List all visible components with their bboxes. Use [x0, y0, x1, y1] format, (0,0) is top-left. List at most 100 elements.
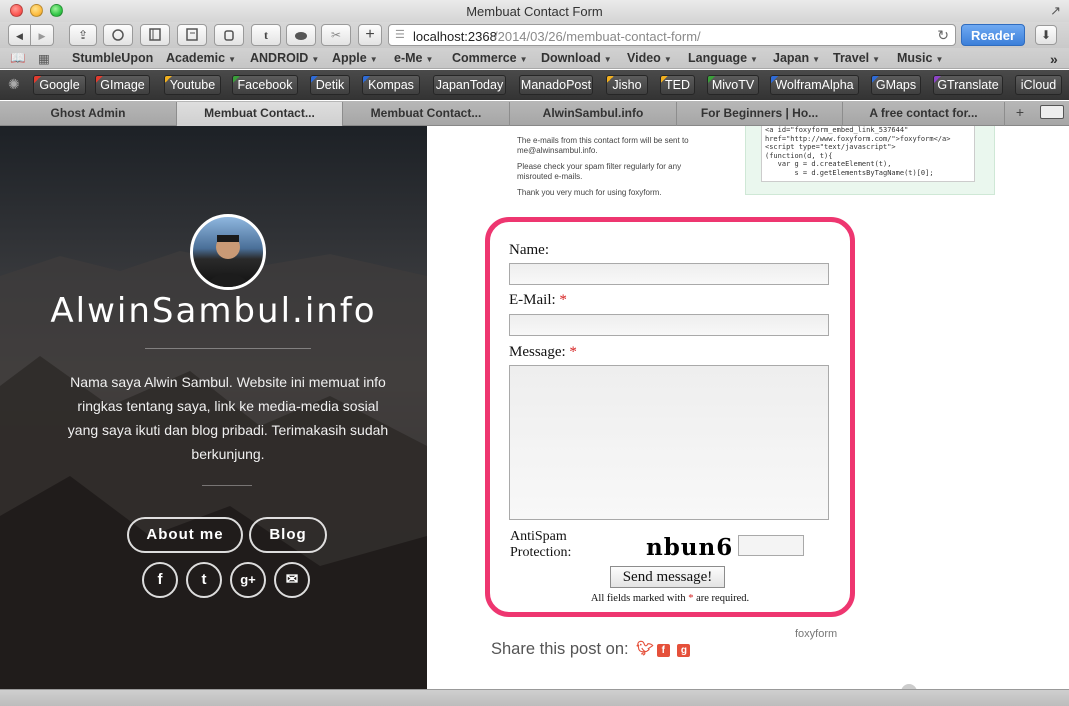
- favorite-google[interactable]: Google: [33, 75, 86, 95]
- bookmarks-button[interactable]: [140, 24, 170, 46]
- favorite-jisho[interactable]: Jisho: [606, 75, 648, 95]
- send-message-button[interactable]: Send message!: [610, 566, 725, 588]
- fullscreen-icon[interactable]: ↗: [1050, 3, 1061, 19]
- share-google-plus-icon[interactable]: g: [677, 644, 691, 657]
- favorite-gtranslate[interactable]: GTranslate: [933, 75, 1003, 95]
- reading-list-icon[interactable]: 📖: [10, 51, 26, 66]
- favorite-youtube[interactable]: Youtube: [164, 75, 221, 95]
- name-label: Name:: [509, 242, 549, 258]
- page-icon: [186, 28, 198, 41]
- favorite-mivotv[interactable]: MivoTV: [707, 75, 759, 95]
- google-plus-icon[interactable]: g+: [230, 562, 266, 598]
- bird-icon: [295, 32, 307, 40]
- top-sites-icon[interactable]: ▦: [38, 51, 50, 66]
- favorite-detik[interactable]: Detik: [310, 75, 350, 95]
- gear-icon[interactable]: ✺: [8, 76, 20, 93]
- share-facebook-icon[interactable]: f: [656, 644, 670, 657]
- forward-icon: ▶: [38, 31, 46, 41]
- bookmark-language[interactable]: Language ▼: [688, 51, 758, 65]
- favorite-ted[interactable]: TED: [660, 75, 695, 95]
- bookmark-android[interactable]: ANDROID ▼: [250, 51, 319, 65]
- reader-button[interactable]: Reader: [961, 24, 1025, 46]
- scissors-icon: ✂: [330, 28, 342, 42]
- contact-form: Name: E-Mail: * Message: * AntiSpam Prot…: [485, 217, 855, 617]
- bookmarks-bar: 📖 ▦ StumbleUpon Academic ▼ ANDROID ▼ Apple…: [0, 48, 1069, 69]
- tab-free-contact-form[interactable]: A free contact for...: [843, 102, 1005, 126]
- tab-alwinsambul[interactable]: AlwinSambul.info: [510, 102, 677, 126]
- bookmark-travel[interactable]: Travel ▼: [833, 51, 880, 65]
- window-titlebar: Membuat Contact Form ↗: [0, 0, 1069, 22]
- bookmark-apple[interactable]: Apple ▼: [332, 51, 378, 65]
- required-mark: *: [569, 344, 577, 360]
- embed-line: The e-mails from this contact form will …: [517, 136, 689, 155]
- bird-button[interactable]: [286, 24, 316, 46]
- bookmark-academic[interactable]: Academic ▼: [166, 51, 236, 65]
- favorite-manadopost[interactable]: ManadoPost: [519, 75, 593, 95]
- avatar[interactable]: [190, 214, 266, 290]
- back-button[interactable]: ◀: [8, 24, 31, 46]
- favorite-facebook[interactable]: Facebook: [232, 75, 298, 95]
- tab-membuat-contact[interactable]: Membuat Contact...: [343, 102, 510, 126]
- message-textarea[interactable]: [509, 365, 829, 520]
- email-icon[interactable]: ✉: [274, 562, 310, 598]
- favorite-japantoday[interactable]: JapanToday: [433, 75, 506, 95]
- scissors-button[interactable]: ✂: [321, 24, 351, 46]
- tab-overview-icon[interactable]: [1040, 105, 1064, 119]
- download-icon: ⬇: [1040, 28, 1052, 42]
- reload-icon[interactable]: ↻: [937, 27, 949, 44]
- avatar-photo: [203, 235, 253, 287]
- embed-code-textarea[interactable]: <a id="foxyform_embed_link_537644" href=…: [761, 126, 975, 182]
- plus-icon: +: [365, 26, 375, 43]
- tab-for-beginners[interactable]: For Beginners | Ho...: [677, 102, 843, 126]
- book-icon: [149, 28, 161, 41]
- name-field[interactable]: [509, 263, 829, 285]
- stumble-button[interactable]: [103, 24, 133, 46]
- page-button[interactable]: [177, 24, 207, 46]
- divider: [202, 485, 252, 486]
- forward-button[interactable]: ▶: [31, 24, 54, 46]
- twitter-icon[interactable]: t: [186, 562, 222, 598]
- blog-description: Nama saya Alwin Sambul. Website ini memu…: [67, 374, 389, 462]
- bookmark-video[interactable]: Video ▼: [627, 51, 672, 65]
- tumblr-button[interactable]: t: [251, 24, 281, 46]
- tab-ghost-admin[interactable]: Ghost Admin: [0, 102, 177, 126]
- bookmark-e-me[interactable]: e-Me ▼: [394, 51, 433, 65]
- share-button[interactable]: ⇪: [69, 24, 97, 46]
- share-twitter-icon[interactable]: 🐦︎: [636, 641, 654, 655]
- browser-toolbar: ◀ ▶ ⇪ t ✂ + ☰ localhost:2368 /2014/03/26…: [0, 22, 1069, 48]
- favorite-gimage[interactable]: GImage: [95, 75, 150, 95]
- add-tab-icon[interactable]: +: [1010, 104, 1030, 120]
- tab-membuat-contact-active[interactable]: Membuat Contact...: [177, 102, 343, 126]
- hand-button[interactable]: [214, 24, 244, 46]
- embed-line: Please check your spam filter regularly …: [517, 162, 682, 181]
- favorite-icloud[interactable]: iCloud: [1015, 75, 1062, 95]
- favorite-gmaps[interactable]: GMaps: [871, 75, 921, 95]
- bookmark-stumbleupon[interactable]: StumbleUpon: [72, 51, 153, 65]
- captcha-input[interactable]: [738, 535, 804, 556]
- bookmark-japan[interactable]: Japan ▼: [773, 51, 820, 65]
- required-note: All fields marked with * are required.: [590, 593, 750, 604]
- url-host: localhost:2368: [413, 29, 497, 44]
- window-bottom-frame: [0, 689, 1069, 706]
- about-me-button[interactable]: About me: [127, 517, 243, 553]
- bookmark-download[interactable]: Download ▼: [541, 51, 612, 65]
- window-title: Membuat Contact Form: [466, 4, 603, 19]
- bookmark-commerce[interactable]: Commerce ▼: [452, 51, 528, 65]
- favorite-kompas[interactable]: Kompas: [362, 75, 420, 95]
- blog-button[interactable]: Blog: [249, 517, 327, 553]
- share-label: Share this post on:: [491, 640, 629, 658]
- divider: [145, 348, 311, 349]
- blog-title[interactable]: AlwinSambul.info: [0, 291, 427, 331]
- downloads-button[interactable]: ⬇: [1035, 25, 1057, 45]
- embed-line: Thank you very much for using foxyform.: [517, 188, 662, 197]
- share-row: Share this post on: 🐦︎ f g: [491, 640, 691, 659]
- address-bar[interactable]: ☰ localhost:2368 /2014/03/26/membuat-con…: [388, 24, 956, 46]
- new-tab-button[interactable]: +: [358, 24, 382, 46]
- email-field[interactable]: [509, 314, 829, 336]
- hand-icon: [224, 30, 234, 41]
- bookmarks-overflow-icon[interactable]: »: [1050, 51, 1058, 67]
- favorite-wolframalpha[interactable]: WolframAlpha: [770, 75, 859, 95]
- facebook-icon[interactable]: f: [142, 562, 178, 598]
- foxyform-link[interactable]: foxyform: [795, 628, 837, 640]
- bookmark-music[interactable]: Music ▼: [897, 51, 943, 65]
